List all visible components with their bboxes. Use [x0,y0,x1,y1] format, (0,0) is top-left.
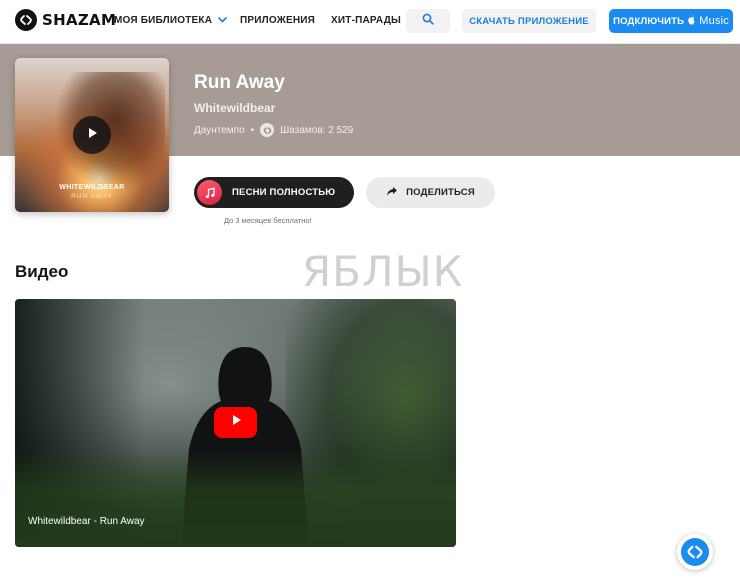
cover-title-text: RUN AWAY [71,193,113,200]
chevron-down-icon [218,15,227,26]
nav-my-library[interactable]: МОЯ БИБЛИОТЕКА [114,15,227,26]
cover-artist-text: WHITEWILDBEAR [59,184,125,191]
top-navigation-bar: SHAZAM МОЯ БИБЛИОТЕКА ПРИЛОЖЕНИЯ ХИТ-ПАР… [0,0,740,44]
nav-charts[interactable]: ХИТ-ПАРАДЫ [331,15,401,26]
video-thumbnail-foliage [15,452,456,547]
track-artist[interactable]: Whitewildbear [194,101,275,115]
apple-music-note-icon [197,180,222,205]
youtube-play-button[interactable] [214,407,257,438]
shazam-logo-icon [15,9,37,31]
shazam-count: Шазамов: 2 529 [280,124,354,136]
nav-apps[interactable]: ПРИЛОЖЕНИЯ [240,15,315,26]
youtube-play-icon [229,413,243,432]
floating-shazam-button[interactable] [677,534,713,570]
track-title: Run Away [194,72,285,93]
free-trial-note: До 3 месяцев бесплатно! [224,216,312,225]
apple-icon [687,14,696,28]
connect-apple-music-button[interactable]: ПОДКЛЮЧИТЬ Music [609,9,733,33]
play-icon [85,126,99,145]
video-section-heading: Видео [15,262,69,281]
share-button[interactable]: ПОДЕЛИТЬСЯ [366,177,495,208]
video-player[interactable]: Whitewildbear - Run Away [15,299,456,547]
shazam-fab-icon [681,538,709,566]
track-genre: Даунтемпо [194,124,245,136]
shazam-logo[interactable]: SHAZAM [15,9,116,31]
nav-my-library-label: МОЯ БИБЛИОТЕКА [114,15,213,26]
full-songs-label: ПЕСНИ ПОЛНОСТЬЮ [232,187,336,198]
full-songs-button[interactable]: ПЕСНИ ПОЛНОСТЬЮ [194,177,354,208]
connect-service-label: Music [699,15,729,27]
connect-label: ПОДКЛЮЧИТЬ [613,15,685,27]
play-button[interactable] [73,116,111,154]
search-icon [422,12,434,30]
shazam-wordmark: SHAZAM [42,11,117,29]
meta-separator: • [250,124,255,136]
download-app-button[interactable]: СКАЧАТЬ ПРИЛОЖЕНИЕ [462,9,596,33]
album-cover[interactable]: WHITEWILDBEAR RUN AWAY [15,58,169,212]
track-meta: Даунтемпо • Шазамов: 2 529 [194,123,353,137]
shazam-count-icon [260,123,275,137]
share-label: ПОДЕЛИТЬСЯ [406,187,475,198]
video-caption: Whitewildbear - Run Away [28,516,145,527]
search-button[interactable] [406,9,450,33]
share-arrow-icon [386,184,398,202]
watermark-logo: ЯБЛЫК [302,247,464,296]
